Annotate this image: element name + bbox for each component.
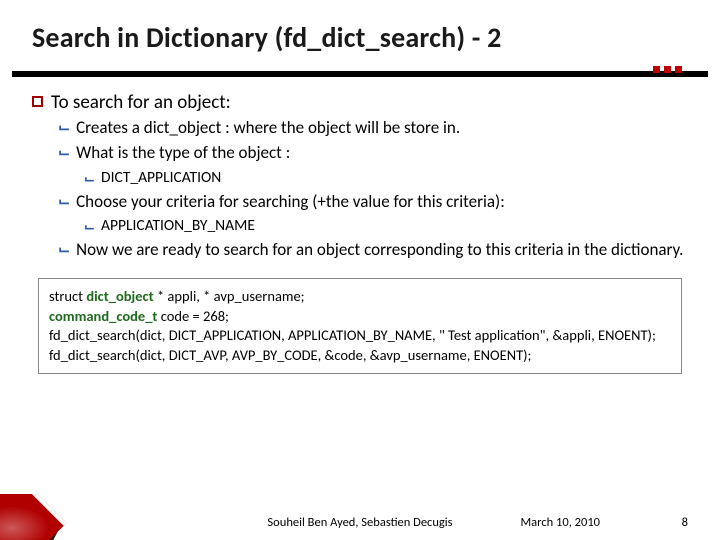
bullet-text: Now we are ready to search for an object… bbox=[76, 239, 683, 262]
code-text: fd_dict_search(dict, DICT_APPLICATION, A… bbox=[49, 326, 656, 344]
tilde-bullet-icon: ⌙ bbox=[58, 191, 70, 214]
bullet-lvl2: ⌙ Now we are ready to search for an obje… bbox=[58, 239, 688, 262]
slide-title: Search in Dictionary (fd_dict_search) - … bbox=[32, 20, 688, 55]
bullet-lvl1: To search for an object: bbox=[32, 91, 688, 115]
code-text: code = 268; bbox=[161, 307, 229, 325]
bullet-text: To search for an object: bbox=[51, 91, 231, 115]
bullet-text: Choose your criteria for searching (+the… bbox=[76, 191, 505, 214]
bullet-text: Creates a dict_object : where the object… bbox=[76, 117, 460, 140]
tilde-bullet-icon: ⌙ bbox=[84, 168, 95, 189]
tilde-bullet-icon: ⌙ bbox=[58, 239, 70, 262]
corner-decoration bbox=[0, 494, 80, 540]
tilde-bullet-icon: ⌙ bbox=[84, 216, 95, 237]
bullet-lvl2: ⌙ Choose your criteria for searching (+t… bbox=[58, 191, 688, 214]
slide: Search in Dictionary (fd_dict_search) - … bbox=[0, 0, 720, 540]
corner-specular bbox=[0, 500, 60, 540]
square-bullet-icon bbox=[32, 96, 43, 107]
code-keyword: struct bbox=[49, 287, 86, 305]
code-type: command_code_t bbox=[49, 307, 161, 325]
code-text: * appli, * avp_username; bbox=[157, 287, 305, 305]
bullet-lvl3: ⌙ DICT_APPLICATION bbox=[84, 168, 688, 189]
title-rule-bar bbox=[12, 71, 708, 77]
title-rule-dots bbox=[653, 66, 682, 73]
footer-author: Souheil Ben Ayed, Sebastien Decugis bbox=[0, 515, 720, 530]
footer-date: March 10, 2010 bbox=[521, 515, 601, 530]
title-rule bbox=[32, 69, 688, 79]
bullet-lvl2: ⌙ What is the type of the object : bbox=[58, 142, 688, 165]
bullet-text: What is the type of the object : bbox=[76, 142, 290, 165]
tilde-bullet-icon: ⌙ bbox=[58, 117, 70, 140]
bullet-text: APPLICATION_BY_NAME bbox=[101, 216, 255, 237]
code-box: struct dict_object * appli, * avp_userna… bbox=[38, 278, 682, 374]
footer: Souheil Ben Ayed, Sebastien Decugis Marc… bbox=[0, 515, 720, 530]
code-text: fd_dict_search(dict, DICT_AVP, AVP_BY_CO… bbox=[49, 346, 531, 364]
bullet-lvl2: ⌙ Creates a dict_object : where the obje… bbox=[58, 117, 688, 140]
bullet-text: DICT_APPLICATION bbox=[101, 168, 221, 189]
tilde-bullet-icon: ⌙ bbox=[58, 142, 70, 165]
bullet-lvl3: ⌙ APPLICATION_BY_NAME bbox=[84, 216, 688, 237]
slide-body: To search for an object: ⌙ Creates a dic… bbox=[32, 91, 688, 262]
code-type: dict_object bbox=[86, 287, 157, 305]
